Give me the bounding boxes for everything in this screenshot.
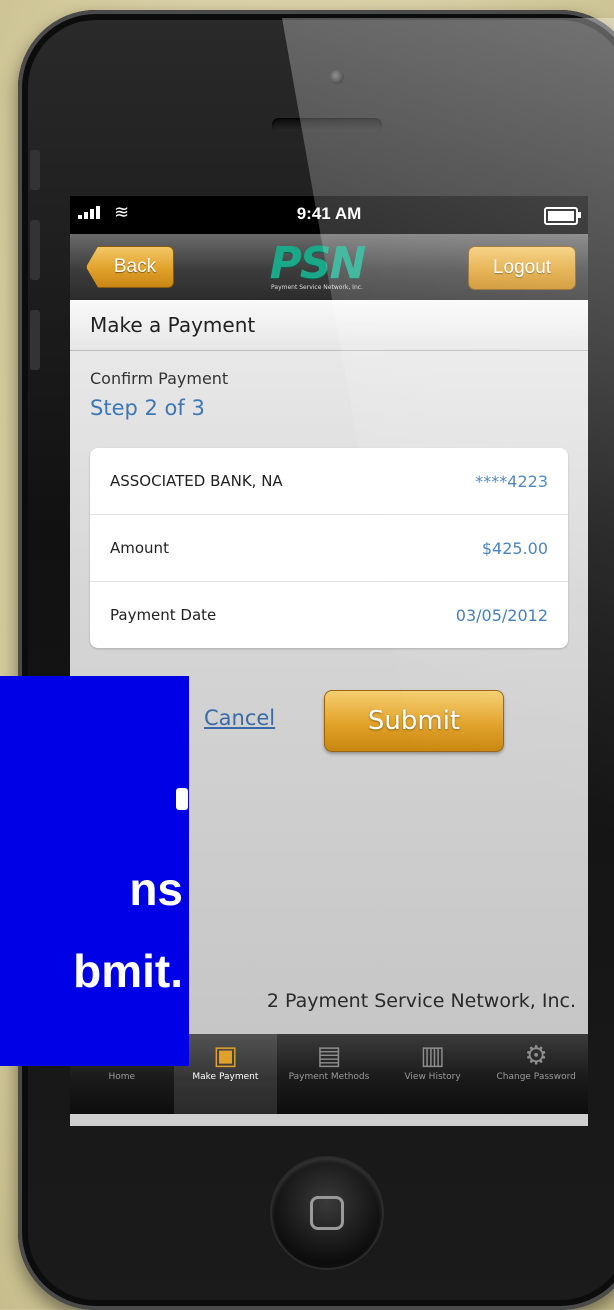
status-time: 9:41 AM <box>296 204 362 223</box>
cancel-link[interactable]: Cancel <box>204 706 275 730</box>
history-icon: ▥ <box>420 1041 445 1071</box>
volume-down-button <box>30 310 40 370</box>
summary-row-account: ASSOCIATED BANK, NA ****4223 <box>90 448 568 515</box>
psn-logo: PSN Payment Service Network, Inc. <box>242 242 392 296</box>
logo-mark: PSN <box>269 238 367 289</box>
tab-label: Home <box>108 1072 136 1082</box>
tab-change-password[interactable]: ⚙ Change Password <box>484 1034 588 1114</box>
tab-make-payment[interactable]: ▣ Make Payment <box>173 1034 278 1114</box>
page-title: Make a Payment <box>70 300 588 351</box>
step-indicator: Step 2 of 3 <box>90 396 205 420</box>
overlay-line-2: bmit. <box>73 945 183 997</box>
amount-value: $425.00 <box>481 538 548 558</box>
logout-button[interactable]: Logout <box>468 246 576 290</box>
tab-label: View History <box>404 1072 461 1082</box>
tab-label: Payment Methods <box>288 1072 370 1082</box>
earpiece-speaker <box>272 118 382 132</box>
overlay-mark <box>176 788 188 810</box>
account-value: ****4223 <box>475 471 548 491</box>
status-bar: ≋ 9:41 AM <box>70 196 588 234</box>
tab-label: Make Payment <box>192 1072 259 1082</box>
payment-date-label: Payment Date <box>110 606 217 624</box>
logo-subtitle: Payment Service Network, Inc. <box>271 284 363 291</box>
nav-bar: Back PSN Payment Service Network, Inc. L… <box>70 234 588 300</box>
caption-overlay: ns bmit. <box>0 676 189 1066</box>
tab-view-history[interactable]: ▥ View History <box>381 1034 485 1114</box>
amount-label: Amount <box>110 539 169 557</box>
make-payment-icon: ▣ <box>213 1041 238 1071</box>
battery-icon <box>544 207 581 225</box>
mute-switch <box>30 150 40 190</box>
summary-row-amount: Amount $425.00 <box>90 515 568 582</box>
gear-icon: ⚙ <box>524 1041 548 1071</box>
volume-up-button <box>30 220 40 280</box>
front-camera <box>330 70 344 84</box>
account-label: ASSOCIATED BANK, NA <box>110 472 283 490</box>
payment-methods-icon: ▤ <box>316 1041 342 1071</box>
submit-button[interactable]: Submit <box>324 690 504 752</box>
home-button[interactable] <box>272 1158 382 1268</box>
payment-summary-card: ASSOCIATED BANK, NA ****4223 Amount $425… <box>90 448 568 648</box>
section-label: Confirm Payment <box>90 369 229 388</box>
payment-date-value: 03/05/2012 <box>455 605 548 625</box>
back-button[interactable]: Back <box>86 246 174 288</box>
tab-label: Change Password <box>496 1072 576 1082</box>
overlay-line-1: ns <box>129 863 183 915</box>
tab-payment-methods[interactable]: ▤ Payment Methods <box>277 1034 381 1114</box>
summary-row-date: Payment Date 03/05/2012 <box>90 582 568 648</box>
